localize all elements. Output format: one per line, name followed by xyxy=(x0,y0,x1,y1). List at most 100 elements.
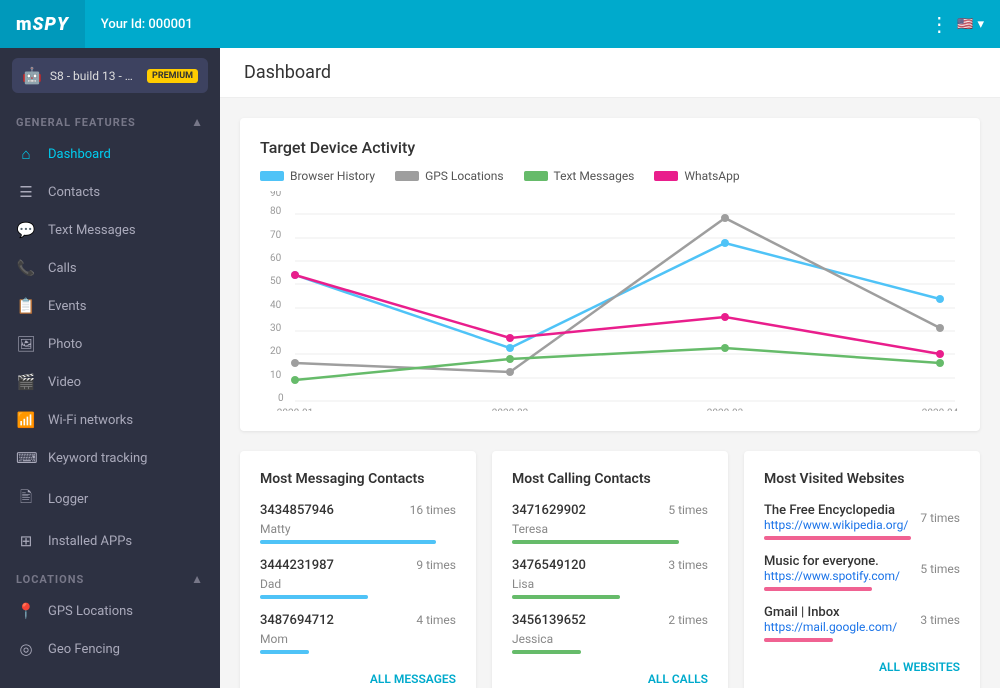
all-messages-anchor[interactable]: ALL MESSAGES xyxy=(370,672,456,686)
sidebar-item-geo[interactable]: ◎ Geo Fencing xyxy=(0,630,220,668)
svg-text:20: 20 xyxy=(270,346,282,357)
legend-gps-color xyxy=(395,171,419,181)
call-name-2: Lisa xyxy=(512,577,708,591)
main-layout: 🤖 S8 - build 13 - 5.... PREMIUM GENERAL … xyxy=(0,48,1000,688)
sidebar-item-keyword[interactable]: ⌨ Keyword tracking xyxy=(0,439,220,477)
logo: mSPY xyxy=(0,0,85,48)
sidebar-item-installed-apps[interactable]: ⊞ Installed APPs xyxy=(0,522,220,560)
svg-text:30: 30 xyxy=(270,323,282,334)
all-websites-link[interactable]: ALL WEBSITES xyxy=(764,656,960,675)
sidebar-label-geo: Geo Fencing xyxy=(48,642,120,657)
legend-browser: Browser History xyxy=(260,169,375,183)
chart-svg: 0 10 20 30 40 50 60 70 80 90 xyxy=(260,191,960,411)
website-entry-3: Gmail | Inbox https://mail.google.com/ 3… xyxy=(764,605,960,642)
content-header: Dashboard xyxy=(220,48,1000,98)
locations-label: LOCATIONS xyxy=(16,573,84,586)
website-title-3: Gmail | Inbox xyxy=(764,605,897,620)
call-entry-1: 3471629902 5 times Teresa xyxy=(512,503,708,544)
svg-text:80: 80 xyxy=(270,206,282,217)
sidebar-item-photo[interactable]: 🖼 Photo xyxy=(0,325,220,363)
sidebar-label-wifi: Wi-Fi networks xyxy=(48,413,133,428)
svg-text:2020-03: 2020-03 xyxy=(707,408,743,411)
sidebar-item-wifi[interactable]: 📶 Wi-Fi networks xyxy=(0,401,220,439)
contacts-icon: ☰ xyxy=(16,183,36,201)
contact-entry-2: 3444231987 9 times Dad xyxy=(260,558,456,599)
contact-number-1: 3434857946 xyxy=(260,503,334,518)
svg-text:50: 50 xyxy=(270,276,282,287)
call-entry-3: 3456139652 2 times Jessica xyxy=(512,613,708,654)
svg-text:0: 0 xyxy=(278,393,284,404)
sidebar-label-calls: Calls xyxy=(48,261,77,276)
calling-title: Most Calling Contacts xyxy=(512,471,708,487)
all-websites-anchor[interactable]: ALL WEBSITES xyxy=(879,660,960,674)
call-entry-2: 3476549120 3 times Lisa xyxy=(512,558,708,599)
chevron-up-icon: ▲ xyxy=(191,115,204,129)
website-title-1: The Free Encyclopedia xyxy=(764,503,908,518)
legend-browser-color xyxy=(260,171,284,181)
website-times-2: 5 times xyxy=(920,562,960,576)
contact-name-1: Matty xyxy=(260,522,456,536)
sidebar-item-events[interactable]: 📋 Events xyxy=(0,287,220,325)
legend-texts: Text Messages xyxy=(524,169,635,183)
website-title-2: Music for everyone. xyxy=(764,554,900,569)
logger-icon: 🖹 xyxy=(16,487,36,512)
sidebar-item-contacts[interactable]: ☰ Contacts xyxy=(0,173,220,211)
website-times-3: 3 times xyxy=(920,613,960,627)
sidebar-label-messages: Text Messages xyxy=(48,223,136,238)
call-times-2: 3 times xyxy=(668,558,708,573)
photo-icon: 🖼 xyxy=(16,335,36,353)
all-calls-link[interactable]: ALL CALLS xyxy=(512,668,708,687)
sidebar: 🤖 S8 - build 13 - 5.... PREMIUM GENERAL … xyxy=(0,48,220,688)
contact-name-2: Dad xyxy=(260,577,456,591)
call-name-3: Jessica xyxy=(512,632,708,646)
website-url-3[interactable]: https://mail.google.com/ xyxy=(764,620,897,634)
sidebar-item-calls[interactable]: 📞 Calls xyxy=(0,249,220,287)
stats-row: Most Messaging Contacts 3434857946 16 ti… xyxy=(240,451,980,688)
call-name-1: Teresa xyxy=(512,522,708,536)
wifi-icon: 📶 xyxy=(16,411,36,429)
sidebar-item-gps[interactable]: 📍 GPS Locations xyxy=(0,592,220,630)
general-features-section: GENERAL FEATURES ▲ xyxy=(0,103,220,135)
websites-title: Most Visited Websites xyxy=(764,471,960,487)
android-icon: 🤖 xyxy=(22,66,42,85)
gps-icon: 📍 xyxy=(16,602,36,620)
sidebar-item-video[interactable]: 🎬 Video xyxy=(0,363,220,401)
all-messages-link[interactable]: ALL MESSAGES xyxy=(260,668,456,687)
activity-chart-card: Target Device Activity Browser History G… xyxy=(240,118,980,431)
sidebar-item-dashboard[interactable]: ⌂ Dashboard xyxy=(0,135,220,173)
sidebar-label-keyword: Keyword tracking xyxy=(48,451,148,466)
messaging-title: Most Messaging Contacts xyxy=(260,471,456,487)
chevron-down-icon: ▾ xyxy=(977,17,984,32)
chart-title: Target Device Activity xyxy=(260,138,960,157)
website-times-1: 7 times xyxy=(920,511,960,525)
page-title: Dashboard xyxy=(244,62,331,83)
sidebar-label-events: Events xyxy=(48,299,86,314)
calling-card: Most Calling Contacts 3471629902 5 times… xyxy=(492,451,728,688)
content-body: Target Device Activity Browser History G… xyxy=(220,98,1000,688)
sidebar-item-logger[interactable]: 🖹 Logger xyxy=(0,477,220,522)
website-bar-1 xyxy=(764,536,911,540)
svg-text:10: 10 xyxy=(270,370,282,381)
legend-gps: GPS Locations xyxy=(395,169,503,183)
topbar: mSPY Your Id: 000001 ⋮ 🇺🇸 ▾ xyxy=(0,0,1000,48)
website-bar-2 xyxy=(764,587,872,591)
sidebar-label-apps: Installed APPs xyxy=(48,534,132,549)
chevron-up-icon-2: ▲ xyxy=(191,572,204,586)
website-url-1[interactable]: https://www.wikipedia.org/ xyxy=(764,518,908,532)
contact-times-3: 4 times xyxy=(416,613,456,628)
keyword-icon: ⌨ xyxy=(16,449,36,467)
website-url-2[interactable]: https://www.spotify.com/ xyxy=(764,569,900,583)
websites-card: Most Visited Websites The Free Encyclope… xyxy=(744,451,980,688)
call-number-1: 3471629902 xyxy=(512,503,586,518)
logo-spy: SPY xyxy=(33,14,69,35)
legend-texts-label: Text Messages xyxy=(554,169,635,183)
svg-text:2020-04: 2020-04 xyxy=(922,408,959,411)
all-calls-anchor[interactable]: ALL CALLS xyxy=(648,672,708,686)
call-bar-1 xyxy=(512,540,679,544)
more-options-icon[interactable]: ⋮ xyxy=(929,12,949,36)
geo-icon: ◎ xyxy=(16,640,36,658)
language-selector[interactable]: 🇺🇸 ▾ xyxy=(957,17,984,32)
events-icon: 📋 xyxy=(16,297,36,315)
sidebar-item-text-messages[interactable]: 💬 Text Messages xyxy=(0,211,220,249)
premium-badge: PREMIUM xyxy=(147,69,198,83)
